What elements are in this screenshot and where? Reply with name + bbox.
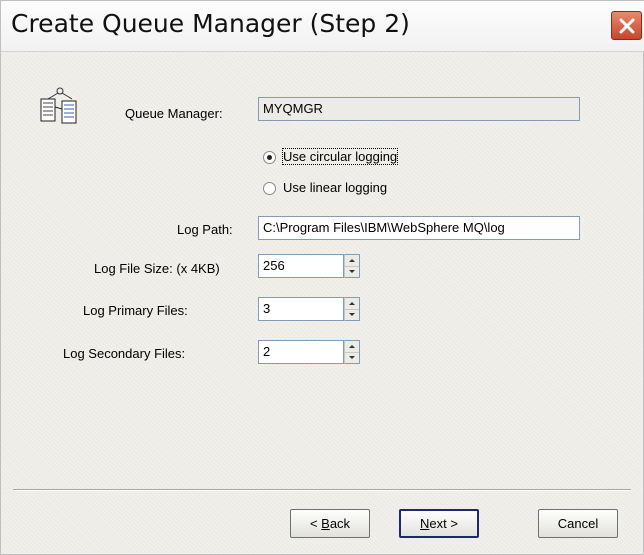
queue-manager-field: MYQMGR [258, 97, 580, 121]
back-button-prefix: < [309, 516, 322, 531]
arrow-down-icon [349, 356, 355, 359]
back-button-suffix: ack [329, 516, 351, 531]
log-secondary-files-stepper[interactable] [344, 340, 360, 364]
log-path-input[interactable]: C:\Program Files\IBM\WebSphere MQ\log [258, 216, 580, 240]
queue-manager-wizard-icon [40, 87, 77, 124]
close-icon [619, 18, 634, 33]
back-button-mnemonic: B [321, 516, 330, 531]
close-button[interactable] [611, 11, 642, 40]
cancel-button[interactable]: Cancel [538, 509, 618, 538]
linear-logging-radio[interactable] [263, 182, 276, 195]
arrow-down-icon [349, 313, 355, 316]
log-file-size-label: Log File Size: (x 4KB) [94, 261, 220, 276]
log-primary-files-stepper[interactable] [344, 297, 360, 321]
log-primary-files-label: Log Primary Files: [83, 303, 188, 318]
arrow-down-icon [349, 270, 355, 273]
log-file-size-input[interactable]: 256 [258, 254, 344, 278]
circular-logging-label[interactable]: Use circular logging [281, 148, 399, 165]
create-queue-manager-dialog: Create Queue Manager (Step 2) Queue Mana… [0, 0, 644, 555]
decrement-button[interactable] [345, 266, 359, 277]
next-button[interactable]: Next > [399, 509, 479, 538]
arrow-up-icon [349, 259, 355, 262]
decrement-button[interactable] [345, 352, 359, 363]
log-file-size-stepper[interactable] [344, 254, 360, 278]
log-primary-files-input[interactable]: 3 [258, 297, 344, 321]
circular-logging-radio[interactable] [263, 151, 276, 164]
next-button-mnemonic: N [420, 516, 430, 531]
arrow-up-icon [349, 302, 355, 305]
back-button[interactable]: < Back [290, 509, 370, 538]
log-path-label: Log Path: [177, 222, 233, 237]
queue-manager-label: Queue Manager: [125, 106, 223, 121]
title-bar: Create Queue Manager (Step 2) [1, 1, 644, 52]
button-separator [13, 489, 631, 491]
decrement-button[interactable] [345, 309, 359, 320]
linear-logging-label[interactable]: Use linear logging [283, 180, 387, 195]
window-title: Create Queue Manager (Step 2) [11, 9, 410, 38]
log-secondary-files-input[interactable]: 2 [258, 340, 344, 364]
arrow-up-icon [349, 345, 355, 348]
log-secondary-files-label: Log Secondary Files: [63, 346, 186, 361]
radio-selected-dot [267, 155, 272, 160]
next-button-suffix: ext > [429, 516, 458, 531]
